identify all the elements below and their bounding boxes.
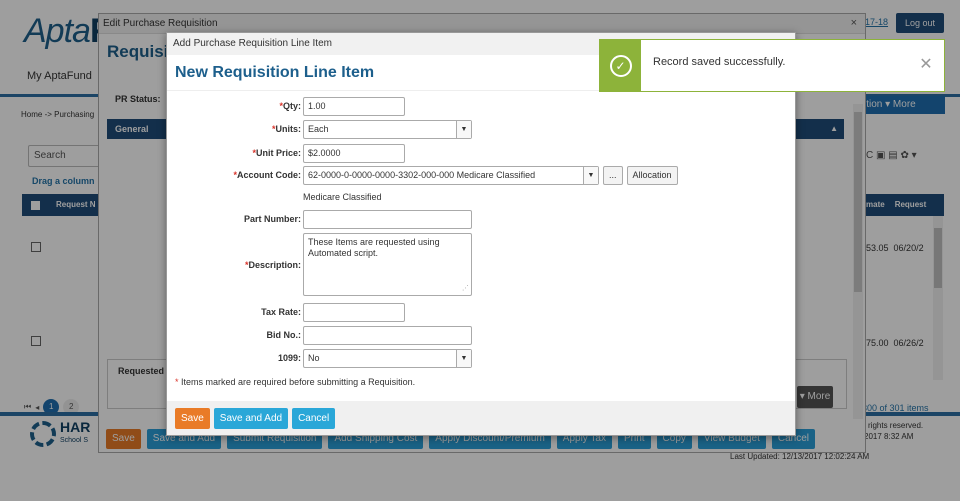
unit-price-input[interactable]: $2.0000	[303, 144, 405, 163]
part-number-input[interactable]	[303, 210, 472, 229]
success-toast: ✓ Record saved successfully. ✕	[599, 39, 945, 92]
account-code-select[interactable]: 62-0000-0-0000-0000-3302-000-000 Medicar…	[303, 166, 599, 185]
required-note: * Items marked are required before submi…	[175, 377, 416, 387]
chevron-down-icon: ▼	[583, 167, 598, 184]
chevron-down-icon: ▼	[456, 350, 471, 367]
account-code-row: *Account Code: 62-0000-0-0000-0000-3302-…	[167, 166, 678, 185]
account-lookup-button[interactable]: ...	[603, 166, 623, 185]
tax-rate-row: Tax Rate:	[167, 303, 405, 322]
description-textarea[interactable]: These Items are requested using Automate…	[303, 233, 472, 296]
description-row: *Description: These Items are requested …	[167, 233, 472, 296]
bid-no-input[interactable]	[303, 326, 472, 345]
form-1099-select[interactable]: No ▼	[303, 349, 472, 368]
check-circle-icon: ✓	[609, 54, 632, 77]
resize-grip-icon[interactable]: ⋰	[462, 283, 469, 294]
units-select[interactable]: Each ▼	[303, 120, 472, 139]
account-code-description: Medicare Classified	[303, 192, 382, 202]
form-1099-row: 1099: No ▼	[167, 349, 472, 368]
tax-rate-input[interactable]	[303, 303, 405, 322]
cancel-button[interactable]: Cancel	[292, 407, 336, 429]
chevron-down-icon: ▼	[456, 121, 471, 138]
qty-input[interactable]: 1.00	[303, 97, 405, 116]
allocation-button[interactable]: Allocation	[626, 166, 678, 185]
add-line-item-modal: Add Purchase Requisition Line Item New R…	[166, 32, 796, 436]
unit-price-row: *Unit Price: $2.0000	[167, 144, 405, 163]
qty-row: *Qty: 1.00	[167, 97, 405, 116]
modal-footer: Save Save and Add Cancel	[167, 401, 795, 435]
save-and-add-button[interactable]: Save and Add	[213, 407, 289, 429]
bid-no-row: Bid No.:	[167, 326, 472, 345]
part-number-row: Part Number:	[167, 210, 472, 229]
save-button[interactable]: Save	[175, 407, 210, 429]
toast-message: Record saved successfully.	[653, 56, 786, 68]
close-icon[interactable]: ✕	[908, 40, 944, 91]
units-row: *Units: Each ▼	[167, 120, 472, 139]
